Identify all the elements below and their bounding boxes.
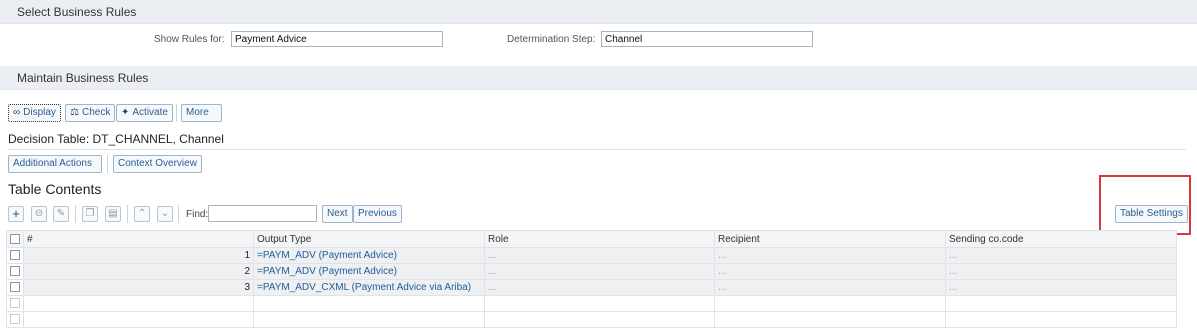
row-number: 3 (23, 279, 254, 296)
paste-icon[interactable]: ▤ (105, 206, 121, 222)
table-row[interactable]: 3 =PAYM_ADV_CXML (Payment Advice via Ari… (6, 279, 1177, 296)
empty-table-row[interactable] (6, 295, 1177, 312)
find-input[interactable] (208, 205, 317, 222)
decision-table-grid: # Output Type Role Recipient Sending co.… (6, 230, 1177, 328)
table-toolbar-separator-1 (75, 205, 76, 223)
recipient-cell[interactable]: ... (714, 247, 946, 264)
output-type-cell[interactable]: =PAYM_ADV (Payment Advice) (253, 247, 485, 264)
check-button[interactable]: ⚖ Check (65, 104, 116, 122)
empty-cell (253, 311, 485, 328)
move-down-icon[interactable]: ⌄ (157, 206, 173, 222)
find-label: Find: (186, 209, 209, 220)
table-toolbar-separator-3 (178, 205, 179, 223)
select-all-cell[interactable] (6, 230, 24, 248)
previous-button[interactable]: Previous (353, 205, 402, 223)
table-toolbar-separator-2 (127, 205, 128, 223)
column-header-role[interactable]: Role (484, 230, 715, 248)
row-checkbox[interactable] (10, 266, 20, 277)
output-type-cell[interactable]: =PAYM_ADV (Payment Advice) (253, 263, 485, 280)
row-select-cell[interactable] (6, 279, 24, 296)
select-business-rules-header: Select Business Rules (0, 0, 1197, 24)
role-cell[interactable]: ... (484, 279, 715, 296)
add-row-icon[interactable]: + (8, 206, 24, 222)
glasses-icon: ∞ (13, 107, 21, 118)
empty-cell (253, 295, 485, 312)
empty-cell (945, 311, 1177, 328)
row-checkbox[interactable] (10, 314, 20, 325)
sub-toolbar-separator (107, 155, 108, 173)
column-header-output-type[interactable]: Output Type (253, 230, 485, 248)
row-select-cell[interactable] (6, 263, 24, 280)
determination-step-label: Determination Step: (507, 34, 596, 45)
magic-wand-icon: ✦ (121, 107, 130, 118)
more-button[interactable]: More (181, 104, 222, 122)
sending-co-code-cell[interactable]: ... (945, 279, 1177, 296)
copy-icon[interactable]: ❐ (82, 206, 98, 222)
table-row[interactable]: 2 =PAYM_ADV (Payment Advice) ... ... ... (6, 263, 1177, 280)
recipient-cell[interactable]: ... (714, 263, 946, 280)
edit-pencil-icon[interactable]: ✎ (53, 206, 69, 222)
sending-co-code-cell[interactable]: ... (945, 247, 1177, 264)
select-business-rules-title: Select Business Rules (17, 5, 137, 19)
decision-table-title: Decision Table: DT_CHANNEL, Channel (8, 132, 224, 146)
scale-icon: ⚖ (70, 107, 79, 118)
select-all-checkbox[interactable] (10, 233, 20, 244)
sending-co-code-cell[interactable]: ... (945, 263, 1177, 280)
empty-cell (23, 311, 254, 328)
role-cell[interactable]: ... (484, 263, 715, 280)
title-divider (8, 149, 1186, 150)
column-header-sending-co-code[interactable]: Sending co.code (945, 230, 1177, 248)
remove-row-icon[interactable]: ⊝ (31, 206, 47, 222)
recipient-cell[interactable]: ... (714, 279, 946, 296)
move-up-icon[interactable]: ⌃ (134, 206, 150, 222)
check-button-label: Check (81, 107, 111, 118)
context-overview-button[interactable]: Context Overview (113, 155, 202, 173)
empty-table-row[interactable] (6, 311, 1177, 328)
table-contents-title: Table Contents (8, 181, 102, 197)
role-cell[interactable]: ... (484, 247, 715, 264)
activate-button[interactable]: ✦ Activate (116, 104, 173, 122)
empty-cell (484, 295, 715, 312)
activate-button-label: Activate (132, 107, 168, 118)
row-number: 2 (23, 263, 254, 280)
additional-actions-button[interactable]: Additional Actions (8, 155, 102, 173)
empty-cell (945, 295, 1177, 312)
row-checkbox[interactable] (10, 282, 20, 293)
empty-cell (23, 295, 254, 312)
table-header-row: # Output Type Role Recipient Sending co.… (6, 230, 1177, 248)
row-checkbox[interactable] (10, 250, 20, 261)
table-row[interactable]: 1 =PAYM_ADV (Payment Advice) ... ... ... (6, 247, 1177, 264)
row-checkbox[interactable] (10, 298, 20, 309)
display-button-label: Display (23, 107, 56, 118)
toolbar-separator (176, 104, 177, 122)
show-rules-field[interactable]: Payment Advice (231, 31, 443, 47)
empty-cell (714, 311, 946, 328)
table-settings-highlight-box (1099, 175, 1191, 235)
empty-cell (484, 311, 715, 328)
row-number: 1 (23, 247, 254, 264)
row-select-cell[interactable] (6, 247, 24, 264)
column-header-recipient[interactable]: Recipient (714, 230, 946, 248)
show-rules-label: Show Rules for: (154, 34, 225, 45)
maintain-business-rules-header: Maintain Business Rules (0, 66, 1197, 90)
output-type-cell[interactable]: =PAYM_ADV_CXML (Payment Advice via Ariba… (253, 279, 485, 296)
maintain-business-rules-title: Maintain Business Rules (17, 71, 149, 85)
display-button[interactable]: ∞ Display (8, 104, 61, 122)
determination-step-field[interactable]: Channel (601, 31, 813, 47)
empty-cell (714, 295, 946, 312)
row-select-cell[interactable] (6, 295, 24, 312)
row-select-cell[interactable] (6, 311, 24, 328)
column-header-number: # (23, 230, 254, 248)
next-button[interactable]: Next (322, 205, 353, 223)
